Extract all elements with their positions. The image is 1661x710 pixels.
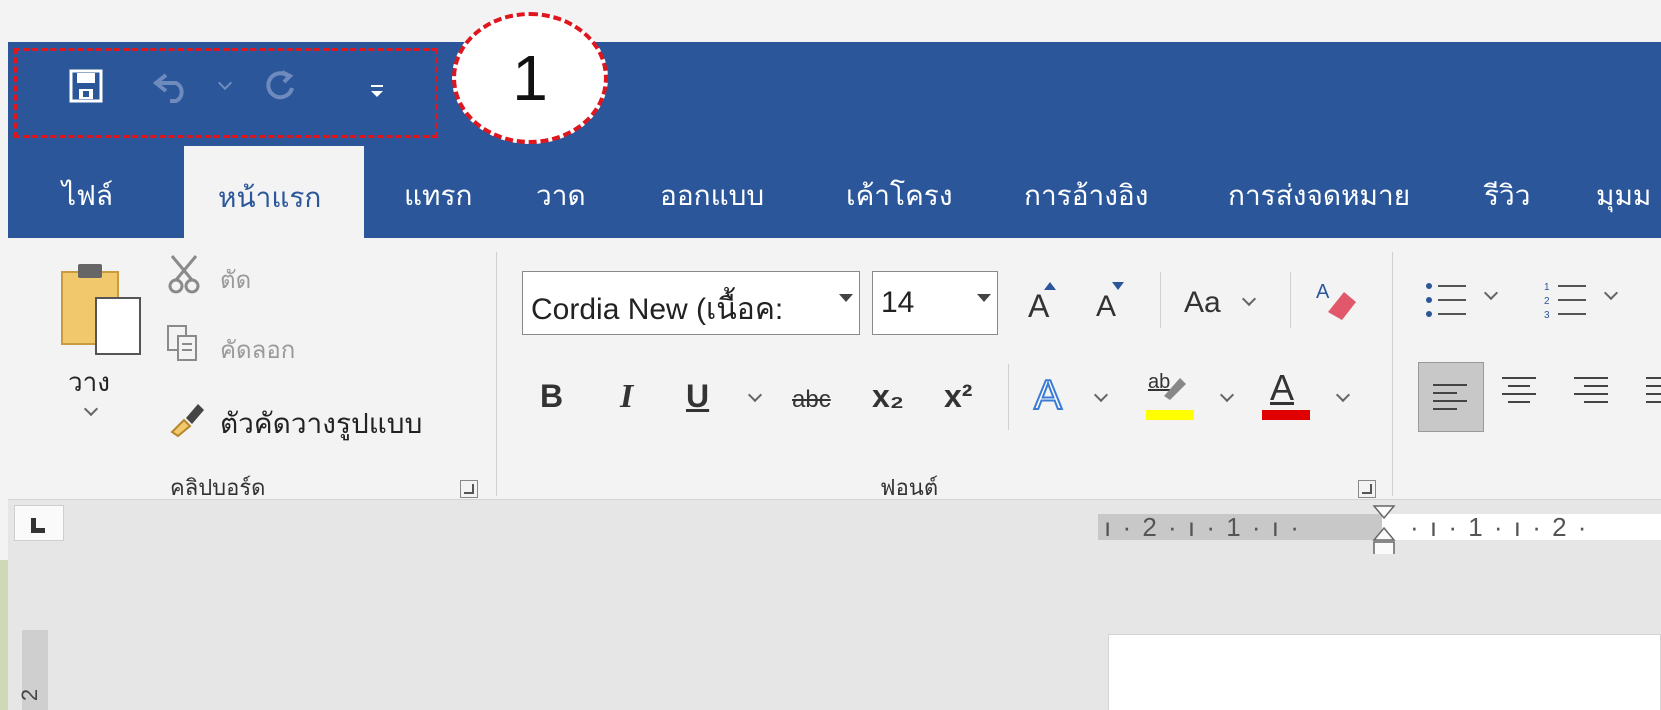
highlight-button[interactable]: ab: [1146, 370, 1194, 422]
tab-layout[interactable]: เค้าโครง: [846, 174, 953, 218]
grow-font-icon: A: [1028, 288, 1050, 324]
tab-home-label: หน้าแรก: [218, 181, 322, 214]
change-case-button[interactable]: Aa: [1180, 284, 1264, 324]
font-separator: [1008, 364, 1009, 430]
change-case-label: Aa: [1184, 286, 1221, 319]
numbering-button[interactable]: 1 2 3: [1544, 280, 1624, 324]
font-color-swatch: [1262, 410, 1310, 420]
font-color-label: A: [1270, 367, 1295, 408]
paste-dropdown-icon: [83, 401, 99, 417]
align-center-button[interactable]: [1502, 376, 1542, 412]
bullets-button[interactable]: [1424, 280, 1504, 324]
copy-button[interactable]: คัดลอก: [166, 322, 326, 368]
svg-text:1: 1: [1544, 282, 1550, 293]
align-right-icon: [1574, 377, 1608, 403]
numbering-icon: 1 2 3: [1544, 282, 1586, 321]
change-case-dropdown-icon: [1241, 291, 1257, 307]
tab-insert[interactable]: แทรก: [404, 174, 473, 218]
format-painter-label: ตัวคัดวางรูปแบบ: [220, 407, 423, 440]
font-size-dropdown-icon: [977, 294, 991, 302]
italic-button[interactable]: I: [620, 380, 633, 414]
cut-button[interactable]: ตัด: [166, 252, 286, 298]
ruler-left-marks: ı · 2 · ı · 1 · ı ·: [1104, 512, 1301, 542]
tab-selector-icon[interactable]: [14, 505, 64, 541]
text-effects-button[interactable]: A: [1033, 373, 1063, 417]
eraser-icon: A: [1316, 281, 1356, 320]
tab-draw[interactable]: วาด: [536, 174, 586, 218]
highlight-color-swatch: [1146, 410, 1194, 420]
grow-font-button[interactable]: A: [1022, 282, 1062, 326]
step-callout: 1: [452, 12, 608, 144]
bold-button[interactable]: B: [540, 380, 563, 412]
font-size-combo[interactable]: 14: [872, 271, 998, 335]
scissors-icon: [168, 255, 200, 294]
font-size-value: 14: [881, 286, 915, 319]
font-separator: [1160, 272, 1161, 328]
align-left-button[interactable]: [1418, 362, 1484, 432]
group-separator: [496, 252, 497, 496]
highlighter-icon: [1164, 378, 1186, 400]
quick-access-toolbar-highlight: [14, 48, 438, 138]
font-separator: [1290, 272, 1291, 328]
grow-arrow-icon: [1044, 282, 1056, 290]
callout-number: 1: [512, 42, 548, 114]
font-name-dropdown-icon: [839, 294, 853, 302]
clear-formatting-button[interactable]: A: [1314, 278, 1360, 324]
justify-icon: [1646, 377, 1661, 403]
group-separator: [1392, 252, 1393, 496]
superscript-button[interactable]: x²: [944, 380, 972, 412]
vertical-ruler-number: 2: [17, 688, 43, 702]
left-edge: [0, 560, 8, 710]
bullets-dropdown-icon: [1483, 285, 1499, 301]
numbering-dropdown-icon: [1603, 285, 1619, 301]
format-painter-icon: [170, 404, 204, 438]
shrink-font-button[interactable]: A: [1090, 282, 1130, 326]
svg-text:3: 3: [1544, 310, 1550, 320]
paste-button[interactable]: วาง: [52, 256, 152, 436]
clipboard-launcher-icon[interactable]: [460, 480, 478, 498]
font-color-button[interactable]: A: [1262, 370, 1310, 422]
shrink-font-icon: A: [1096, 290, 1117, 323]
ruler-right-marks: · ı · 1 · ı · 2 ·: [1410, 512, 1589, 542]
paste-icon: [61, 264, 141, 355]
word-window: 1 ไฟล์ แทรก วาด ออกแบบ เค้าโครง การอ้างอ…: [0, 0, 1661, 710]
align-left-icon: [1433, 384, 1467, 410]
tab-design[interactable]: ออกแบบ: [660, 174, 764, 218]
svg-text:A: A: [1316, 281, 1330, 303]
svg-text:2: 2: [1544, 296, 1550, 307]
tab-view[interactable]: มุมม: [1596, 174, 1651, 218]
align-center-icon: [1502, 377, 1536, 403]
font-name-combo[interactable]: Cordia New (เนื้อค:: [522, 271, 860, 335]
strikethrough-button[interactable]: abc: [792, 388, 831, 412]
bullets-icon: [1426, 283, 1466, 317]
justify-button[interactable]: [1646, 376, 1661, 412]
cut-label: ตัด: [220, 266, 252, 294]
copy-icon: [167, 325, 197, 361]
tab-references[interactable]: การอ้างอิง: [1024, 174, 1148, 218]
format-painter-button[interactable]: ตัวคัดวางรูปแบบ: [166, 396, 466, 442]
tab-mailings[interactable]: การส่งจดหมาย: [1228, 174, 1410, 218]
underline-button[interactable]: U: [686, 380, 709, 412]
subscript-button[interactable]: x₂: [872, 380, 904, 412]
shrink-arrow-icon: [1112, 282, 1124, 290]
align-right-button[interactable]: [1574, 376, 1614, 412]
copy-label: คัดลอก: [220, 336, 296, 364]
tab-file[interactable]: ไฟล์: [62, 174, 113, 218]
font-name-value: Cordia New (เนื้อค:: [531, 293, 784, 326]
tab-review[interactable]: รีวิว: [1484, 174, 1530, 218]
document-page[interactable]: [1108, 634, 1661, 710]
font-launcher-icon[interactable]: [1358, 480, 1376, 498]
paste-label: วาง: [68, 368, 110, 398]
